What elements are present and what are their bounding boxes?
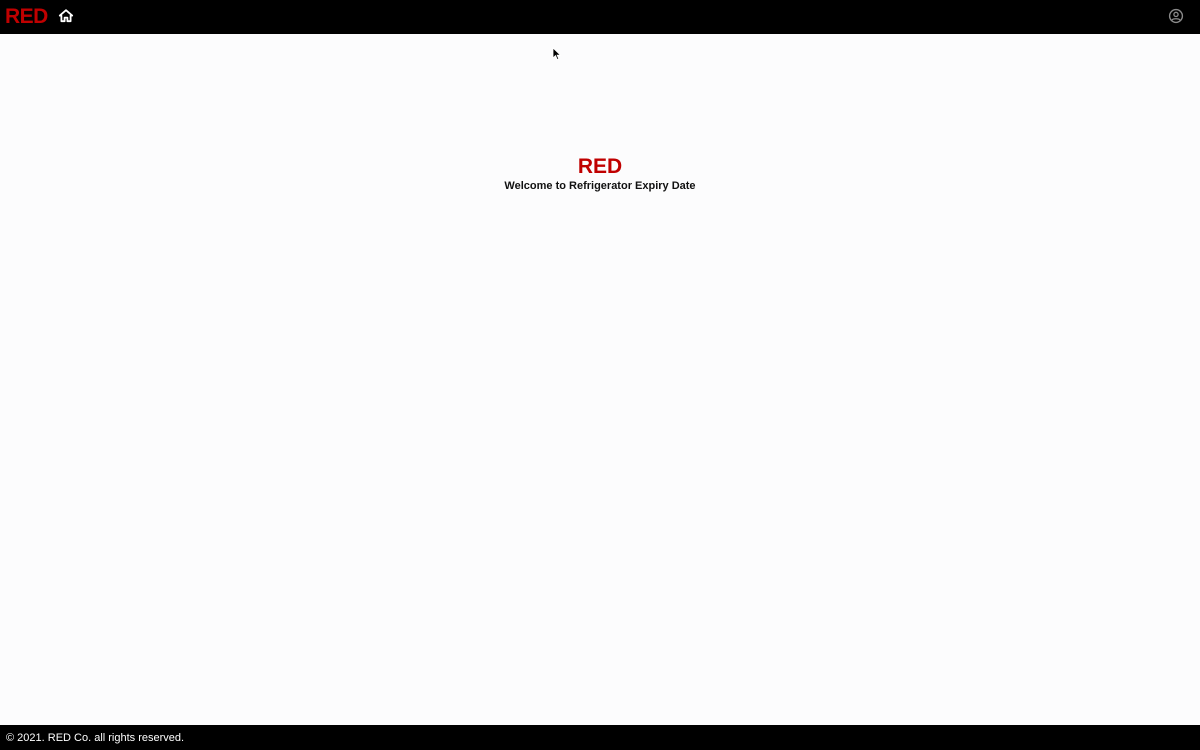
home-icon[interactable] [58,8,74,24]
account-circle-icon[interactable] [1168,8,1184,24]
copyright-text: © 2021. RED Co. all rights reserved. [6,732,185,744]
main-content: RED Welcome to Refrigerator Expiry Date [0,34,1200,725]
footer: © 2021. RED Co. all rights reserved. [0,725,1200,750]
page-title: RED [577,155,623,178]
welcome-subtitle: Welcome to Refrigerator Expiry Date [504,180,696,192]
brand-logo[interactable]: RED [5,4,48,30]
mouse-cursor-icon [552,47,562,61]
welcome-hero: RED Welcome to Refrigerator Expiry Date [0,155,1200,193]
top-navbar: RED [0,0,1200,34]
